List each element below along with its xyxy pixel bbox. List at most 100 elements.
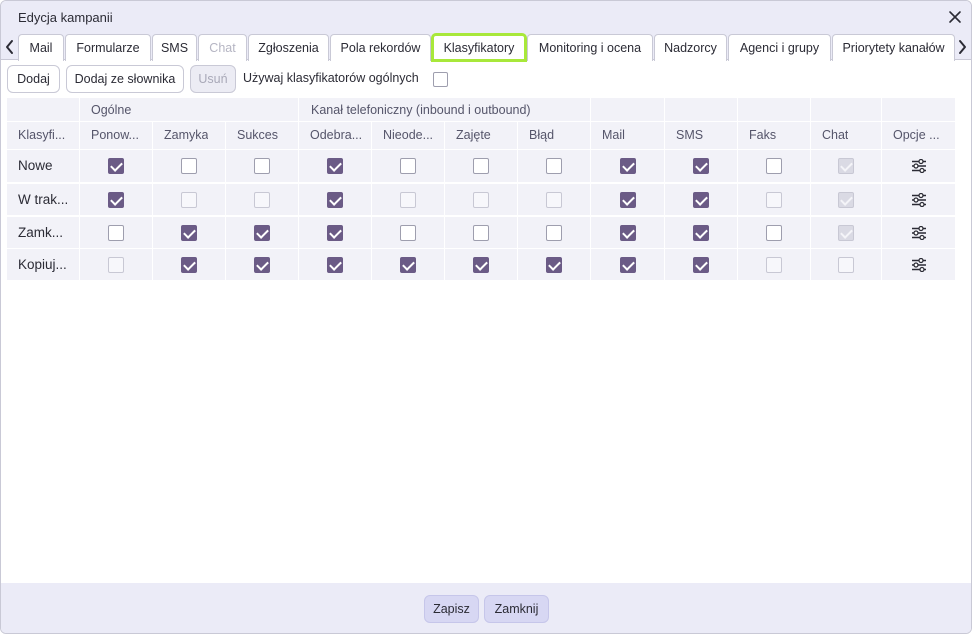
- checkbox: [838, 224, 854, 241]
- checkbox[interactable]: [108, 224, 124, 241]
- checkbox: [181, 191, 197, 208]
- tab-monitoring-i-ocena[interactable]: Monitoring i ocena: [527, 34, 653, 61]
- checkbox: [254, 191, 270, 208]
- tab-chat[interactable]: Chat: [198, 34, 247, 61]
- checkbox[interactable]: [400, 224, 416, 241]
- checkbox[interactable]: [327, 224, 343, 241]
- checkbox[interactable]: [254, 256, 270, 273]
- checkbox[interactable]: [327, 158, 343, 174]
- table-cell: [591, 150, 664, 182]
- column-header[interactable]: Sukces: [226, 122, 298, 149]
- table-cell: [445, 249, 517, 280]
- column-header-label: Mail: [602, 128, 625, 142]
- table-cell: [153, 150, 225, 182]
- tab-sms[interactable]: SMS: [152, 34, 197, 61]
- chevron-right-icon[interactable]: [955, 37, 969, 57]
- column-header[interactable]: Faks: [738, 122, 810, 149]
- column-header-label: Błąd: [529, 128, 555, 142]
- tab-zgłoszenia[interactable]: Zgłoszenia: [248, 34, 329, 61]
- checkbox[interactable]: [400, 256, 416, 273]
- column-header[interactable]: Odebra...: [299, 122, 371, 149]
- close-button[interactable]: Zamknij: [484, 595, 549, 623]
- chevron-left-icon[interactable]: [3, 37, 17, 57]
- column-header[interactable]: Mail: [591, 122, 664, 149]
- checkbox[interactable]: [766, 158, 782, 174]
- column-header[interactable]: Zamyka: [153, 122, 225, 149]
- checkbox[interactable]: [619, 224, 636, 241]
- use-general-classifiers-checkbox[interactable]: [433, 72, 448, 87]
- options-cell: [882, 217, 955, 248]
- table-cell: [226, 150, 298, 182]
- column-header[interactable]: Błąd: [518, 122, 590, 149]
- column-header-label: Klasyfi...: [18, 128, 66, 142]
- checkbox[interactable]: [400, 158, 416, 174]
- column-header-label: Nieode...: [383, 128, 434, 142]
- tab-klasyfikatory[interactable]: Klasyfikatory: [431, 33, 527, 62]
- checkbox[interactable]: [546, 158, 562, 174]
- checkbox[interactable]: [254, 224, 270, 241]
- checkbox[interactable]: [108, 158, 124, 174]
- checkbox[interactable]: [693, 256, 709, 273]
- column-header[interactable]: Opcje ...: [882, 122, 955, 149]
- column-header[interactable]: Ponow...: [80, 122, 152, 149]
- checkbox[interactable]: [546, 224, 562, 241]
- table-cell: [445, 184, 517, 215]
- checkbox[interactable]: [181, 256, 197, 273]
- sliders-icon[interactable]: [911, 257, 927, 272]
- column-header-label: Odebra...: [310, 128, 363, 142]
- save-button[interactable]: Zapisz: [424, 595, 479, 623]
- table-cell: [372, 217, 444, 248]
- group-header-phone: Kanał telefoniczny (inbound i outbound): [299, 98, 590, 121]
- delete-button[interactable]: Usuń: [190, 65, 236, 93]
- checkbox[interactable]: [693, 158, 709, 174]
- close-icon[interactable]: [947, 9, 963, 25]
- column-header-label: Ponow...: [91, 128, 139, 142]
- tab-pola-rekordów[interactable]: Pola rekordów: [330, 34, 431, 61]
- column-header[interactable]: Chat: [811, 122, 881, 149]
- sliders-icon[interactable]: [911, 225, 927, 240]
- checkbox[interactable]: [473, 224, 489, 241]
- column-header[interactable]: Klasyfi...: [7, 122, 79, 149]
- dialog-title: Edycja kampanii: [18, 10, 113, 25]
- add-button[interactable]: Dodaj: [7, 65, 60, 93]
- checkbox[interactable]: [473, 256, 489, 273]
- tab-agenci-i-grupy[interactable]: Agenci i grupy: [728, 34, 831, 61]
- table-cell: [445, 217, 517, 248]
- checkbox[interactable]: [546, 256, 562, 273]
- sliders-icon[interactable]: [911, 159, 927, 173]
- column-header-label: Zamyka: [164, 128, 209, 142]
- tab-mail[interactable]: Mail: [18, 34, 64, 61]
- checkbox[interactable]: [619, 256, 636, 273]
- checkbox[interactable]: [619, 191, 636, 208]
- column-header[interactable]: Nieode...: [372, 122, 444, 149]
- options-cell: [882, 184, 955, 215]
- tab-nadzorcy[interactable]: Nadzorcy: [654, 34, 727, 61]
- column-header[interactable]: Zajęte: [445, 122, 517, 149]
- table-cell: [665, 217, 737, 248]
- checkbox[interactable]: [693, 224, 709, 241]
- column-header-label: Sukces: [237, 128, 278, 142]
- table-cell: [445, 150, 517, 182]
- tab-formularze[interactable]: Formularze: [65, 34, 151, 61]
- checkbox[interactable]: [254, 158, 270, 174]
- table-cell: [738, 217, 810, 248]
- checkbox[interactable]: [181, 224, 197, 241]
- checkbox[interactable]: [181, 158, 197, 174]
- checkbox[interactable]: [693, 191, 709, 208]
- table-cell: [591, 217, 664, 248]
- add-from-dictionary-button[interactable]: Dodaj ze słownika: [66, 65, 184, 93]
- table-cell: [299, 217, 371, 248]
- checkbox[interactable]: [327, 191, 343, 208]
- group-header-empty: [811, 98, 881, 121]
- tab-priorytety-kanałów[interactable]: Priorytety kanałów: [832, 34, 955, 61]
- checkbox[interactable]: [619, 158, 636, 174]
- checkbox[interactable]: [473, 158, 489, 174]
- sliders-icon[interactable]: [911, 192, 927, 207]
- checkbox[interactable]: [327, 256, 343, 273]
- checkbox[interactable]: [108, 191, 124, 208]
- table-cell: [518, 249, 590, 280]
- column-header[interactable]: SMS: [665, 122, 737, 149]
- checkbox: [766, 191, 782, 208]
- checkbox[interactable]: [766, 224, 782, 241]
- classifier-name: W trak...: [18, 191, 69, 207]
